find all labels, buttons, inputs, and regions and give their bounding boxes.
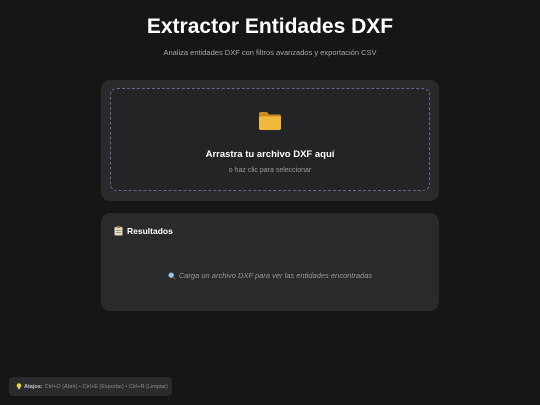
results-empty-state: Carga un archivo DXF para ver las entida…	[101, 271, 439, 280]
search-icon	[168, 271, 176, 280]
results-card: Resultados Carga un archivo DXF para ver…	[101, 213, 439, 311]
results-title: Resultados	[127, 226, 173, 236]
dropzone-hint: o haz clic para seleccionar	[228, 167, 312, 174]
folder-icon	[111, 111, 429, 135]
results-header: Resultados	[114, 226, 173, 236]
lightbulb-icon	[16, 383, 22, 390]
clipboard-icon	[114, 226, 123, 236]
shortcuts-hint: Atajos: Ctrl+O (Abrir) • Ctrl+E (Exporta…	[9, 377, 172, 396]
shortcuts-label: Atajos:	[24, 383, 43, 390]
shortcuts-text: Ctrl+O (Abrir) • Ctrl+E (Exportar) • Ctr…	[44, 383, 168, 390]
page-subtitle: Analiza entidades DXF con filtros avanza…	[163, 48, 377, 57]
empty-state-message: Carga un archivo DXF para ver las entida…	[178, 271, 373, 280]
file-dropzone[interactable]: Arrastra tu archivo DXF aquí o haz clic …	[110, 88, 430, 191]
page-title: Extractor Entidades DXF	[146, 15, 394, 38]
dropzone-title: Arrastra tu archivo DXF aquí	[205, 149, 335, 160]
upload-card: Arrastra tu archivo DXF aquí o haz clic …	[101, 80, 439, 201]
